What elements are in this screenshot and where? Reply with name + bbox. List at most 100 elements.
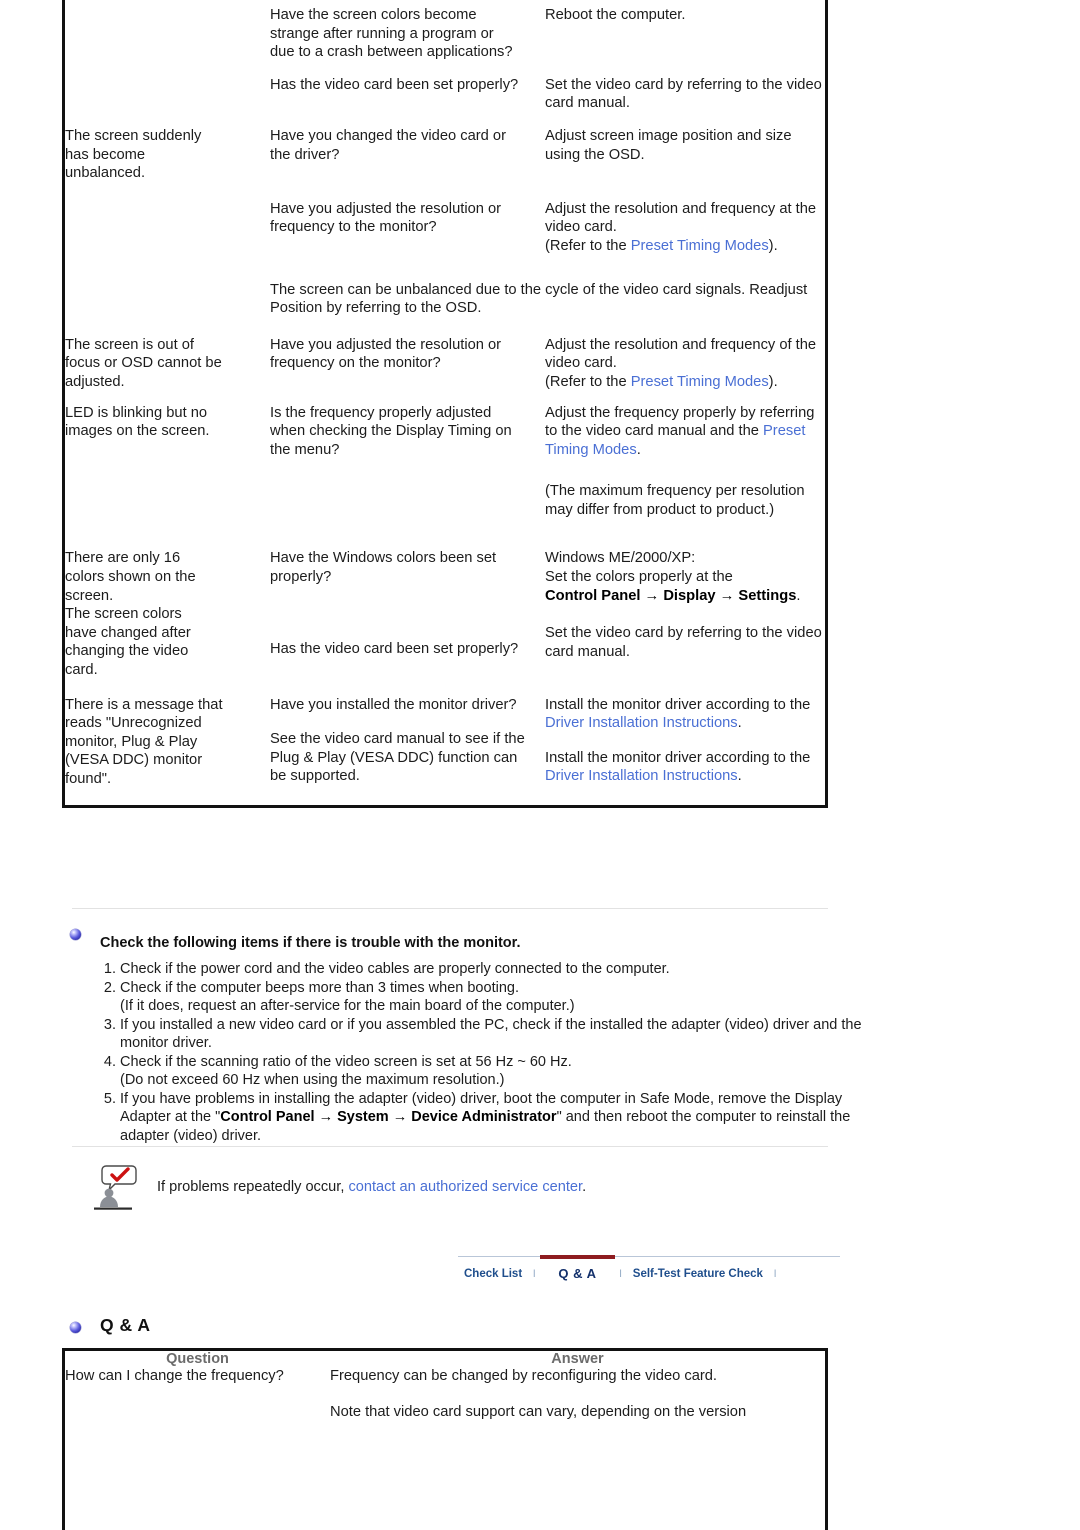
solution-prefix: Install the monitor driver according to …: [545, 696, 811, 713]
full-width-note: The screen can be unbalanced due to the …: [270, 281, 808, 317]
solution-text: Adjust the resolution and frequency at t…: [545, 200, 825, 256]
checklist-cell: Is the frequency properly adjusted when …: [270, 404, 545, 520]
list-item-text: If you installed a new video card or if …: [120, 1016, 862, 1052]
checklist-text: Have you changed the video card or the d…: [270, 127, 506, 163]
table-row: LED is blinking but no images on the scr…: [65, 404, 825, 520]
service-center-note: If problems repeatedly occur, contact an…: [92, 1163, 832, 1213]
service-center-note-text: If problems repeatedly occur, contact an…: [157, 1178, 586, 1196]
solution-cell: Reboot the computer.: [545, 0, 825, 62]
control-panel-path: Control Panel → System → Device Administ…: [220, 1109, 557, 1125]
solution-note: (The maximum frequency per resolution ma…: [545, 483, 805, 518]
note-text-pre: If problems repeatedly occur,: [157, 1179, 349, 1195]
checklist-cell: Have the screen colors become strange af…: [270, 0, 545, 62]
checklist-text: Has the video card been set properly?: [270, 76, 519, 93]
blue-sphere-bullet-icon: [70, 1322, 81, 1333]
symptom-cell: [65, 0, 270, 62]
qa-heading: Q & A: [100, 1315, 151, 1335]
symptom-text: There are only 16 colors shown on the sc…: [65, 550, 196, 604]
note-text-post: .: [582, 1179, 587, 1195]
solution-text: Install the monitor driver according to …: [545, 696, 825, 733]
symptom-text: There is a message that reads "Unrecogni…: [65, 696, 223, 787]
tab-q-and-a[interactable]: Q & A: [540, 1255, 615, 1289]
symptom-text-2: The screen colors have changed after cha…: [65, 606, 191, 679]
checklist-text: Is the frequency properly adjusted when …: [270, 404, 512, 458]
solution-cell: Install the monitor driver according to …: [545, 696, 825, 789]
section-divider-top: [72, 908, 828, 909]
solution-line: Adjust the resolution and frequency at t…: [545, 200, 817, 236]
list-item: If you installed a new video card or if …: [120, 1016, 880, 1053]
checklist-text: Have the Windows colors been set properl…: [270, 550, 497, 586]
solution-text: Adjust the frequency properly by referri…: [545, 404, 825, 460]
table-row: The screen is out of focus or OSD cannot…: [65, 336, 825, 392]
table-row: There are only 16 colors shown on the sc…: [65, 549, 825, 679]
qa-header-answer: Answer: [551, 1351, 604, 1367]
contact-service-center-link[interactable]: contact an authorized service center: [348, 1179, 582, 1195]
refer-prefix: (Refer to the: [545, 373, 631, 390]
qa-header-question: Question: [166, 1351, 229, 1367]
list-item: Check if the power cord and the video ca…: [120, 960, 880, 979]
list-item-subtext: (If it does, request an after-service fo…: [120, 998, 575, 1014]
tab-self-test-feature-check[interactable]: Self-Test Feature Check: [627, 1259, 769, 1289]
symptom-text: LED is blinking but no images on the scr…: [65, 404, 210, 440]
driver-installation-instructions-link[interactable]: Driver Installation Instructions: [545, 768, 738, 784]
qa-answer-cell: Frequency can be changed by reconfigurin…: [330, 1367, 825, 1421]
preset-timing-modes-link[interactable]: Preset Timing Modes: [631, 374, 769, 390]
checklist-cell: Have the Windows colors been set properl…: [270, 549, 545, 679]
driver-installation-instructions-link[interactable]: Driver Installation Instructions: [545, 715, 738, 731]
list-item: If you have problems in installing the a…: [120, 1090, 880, 1146]
solution-suffix-2: .: [737, 768, 742, 785]
refer-prefix: (Refer to the: [545, 237, 631, 254]
table-row: Has the video card been set properly? Se…: [65, 76, 825, 113]
tab-check-list[interactable]: Check List: [458, 1259, 528, 1289]
check-list: Check if the power cord and the video ca…: [86, 960, 880, 1145]
period: .: [796, 587, 801, 604]
blue-sphere-bullet-icon: [70, 929, 81, 940]
solution-suffix: .: [737, 715, 742, 732]
list-item-text: Check if the computer beeps more than 3 …: [120, 979, 519, 996]
section-nav-bar: Check List l Q & A l Self-Test Feature C…: [458, 1255, 840, 1291]
solution-cell: Adjust the frequency properly by referri…: [545, 404, 825, 520]
symptom-cell: [65, 200, 270, 256]
qa-question-cell: How can I change the frequency?: [65, 1368, 284, 1384]
troubleshooting-table: Have the screen colors become strange af…: [62, 0, 828, 808]
solution-text: Reboot the computer.: [545, 7, 686, 23]
solution-cell: Adjust the resolution and frequency at t…: [545, 200, 825, 256]
checklist-cell: Have you installed the monitor driver? S…: [270, 696, 545, 789]
checklist-text: Have you adjusted the resolution or freq…: [270, 200, 502, 236]
symptom-text: The screen suddenly has become unbalance…: [65, 127, 202, 182]
checklist-text-2: Has the video card been set properly?: [270, 640, 519, 657]
qa-answer-line: Note that video card support can vary, d…: [330, 1403, 747, 1420]
solution-line: Adjust the resolution and frequency of t…: [545, 336, 817, 372]
solution-text: Adjust the resolution and frequency of t…: [545, 336, 825, 392]
os-label: Windows ME/2000/XP:: [545, 550, 696, 567]
symptom-cell: LED is blinking but no images on the scr…: [65, 404, 270, 520]
document-page: Have the screen colors become strange af…: [0, 0, 1080, 1530]
preset-timing-modes-link[interactable]: Preset Timing Modes: [631, 238, 769, 254]
refer-suffix: ).: [768, 237, 778, 254]
checklist-cell: Have you adjusted the resolution or freq…: [270, 200, 545, 256]
symptom-cell: There is a message that reads "Unrecogni…: [65, 696, 270, 789]
solution-cell: Set the video card by referring to the v…: [545, 76, 825, 113]
nav-separator: l: [773, 1268, 777, 1280]
table-row: There is a message that reads "Unrecogni…: [65, 696, 825, 789]
list-item: Check if the computer beeps more than 3 …: [120, 979, 880, 1016]
table-row: Have you adjusted the resolution or freq…: [65, 200, 825, 256]
solution-cell: Adjust screen image position and size us…: [545, 127, 825, 183]
solution-suffix: .: [636, 441, 641, 458]
solution-cell: Adjust the resolution and frequency of t…: [545, 336, 825, 392]
qa-header-row: Question Answer: [65, 1351, 825, 1367]
qa-table: Question Answer How can I change the fre…: [62, 1348, 828, 1530]
solution-text-2: Set the video card by referring to the v…: [545, 625, 822, 660]
qa-answer-line: Frequency can be changed by reconfigurin…: [330, 1368, 718, 1384]
list-item-subtext: (Do not exceed 60 Hz when using the maxi…: [120, 1072, 505, 1088]
list-item: Check if the scanning ratio of the video…: [120, 1053, 880, 1090]
table-row: How can I change the frequency? Frequenc…: [65, 1367, 825, 1421]
checklist-text-2: See the video card manual to see if the …: [270, 731, 525, 785]
control-panel-path: Control Panel → Display → Settings: [545, 587, 797, 604]
section-divider-bottom: [72, 1146, 828, 1147]
checklist-cell: Have you changed the video card or the d…: [270, 127, 545, 183]
check-list-heading: Check the following items if there is tr…: [100, 935, 521, 951]
table-row: Have the screen colors become strange af…: [65, 0, 825, 62]
table-row: The screen suddenly has become unbalance…: [65, 127, 825, 183]
symptom-cell: The screen suddenly has become unbalance…: [65, 127, 270, 183]
